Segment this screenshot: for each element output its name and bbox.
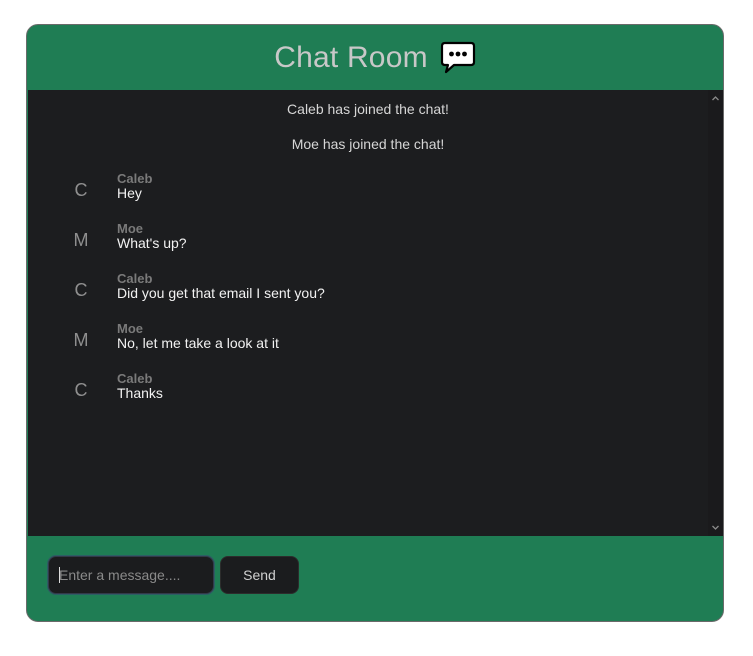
scroll-down-icon[interactable] — [711, 523, 720, 532]
message-sender: Caleb — [117, 171, 153, 186]
system-message: Moe has joined the chat! — [291, 136, 445, 152]
send-button[interactable]: Send — [220, 556, 299, 594]
message-item: C Caleb Hey — [28, 171, 708, 211]
avatar: C — [74, 280, 88, 300]
message-text: Hey — [117, 185, 142, 201]
message-sender: Moe — [117, 321, 143, 336]
message-sender: Caleb — [117, 371, 153, 386]
message-text: Did you get that email I sent you? — [117, 285, 325, 301]
message-sender: Caleb — [117, 271, 153, 286]
message-sender: Moe — [117, 221, 143, 236]
text-caret — [59, 567, 60, 583]
system-message: Caleb has joined the chat! — [287, 101, 449, 117]
message-input[interactable] — [48, 556, 214, 594]
page-title: Chat Room — [274, 40, 428, 74]
scroll-up-icon[interactable] — [711, 94, 720, 103]
message-text: No, let me take a look at it — [117, 335, 279, 351]
chat-header: Chat Room — [27, 25, 723, 90]
message-composer: Send — [27, 536, 723, 621]
message-text: What's up? — [117, 235, 187, 251]
message-list-scrollbar[interactable] — [708, 90, 723, 536]
message-text: Thanks — [117, 385, 163, 401]
avatar: M — [73, 330, 89, 350]
speech-bubble-icon — [440, 41, 476, 75]
avatar: M — [73, 230, 89, 250]
message-item: C Caleb Thanks — [28, 371, 708, 411]
message-list[interactable]: Caleb has joined the chat! Moe has joine… — [28, 90, 723, 536]
avatar: C — [74, 180, 88, 200]
message-item: M Moe What's up? — [28, 221, 708, 261]
avatar: C — [74, 380, 88, 400]
chat-window: Chat Room Caleb has joined the chat! Moe… — [26, 24, 724, 622]
message-item: C Caleb Did you get that email I sent yo… — [28, 271, 708, 311]
message-item: M Moe No, let me take a look at it — [28, 321, 708, 361]
